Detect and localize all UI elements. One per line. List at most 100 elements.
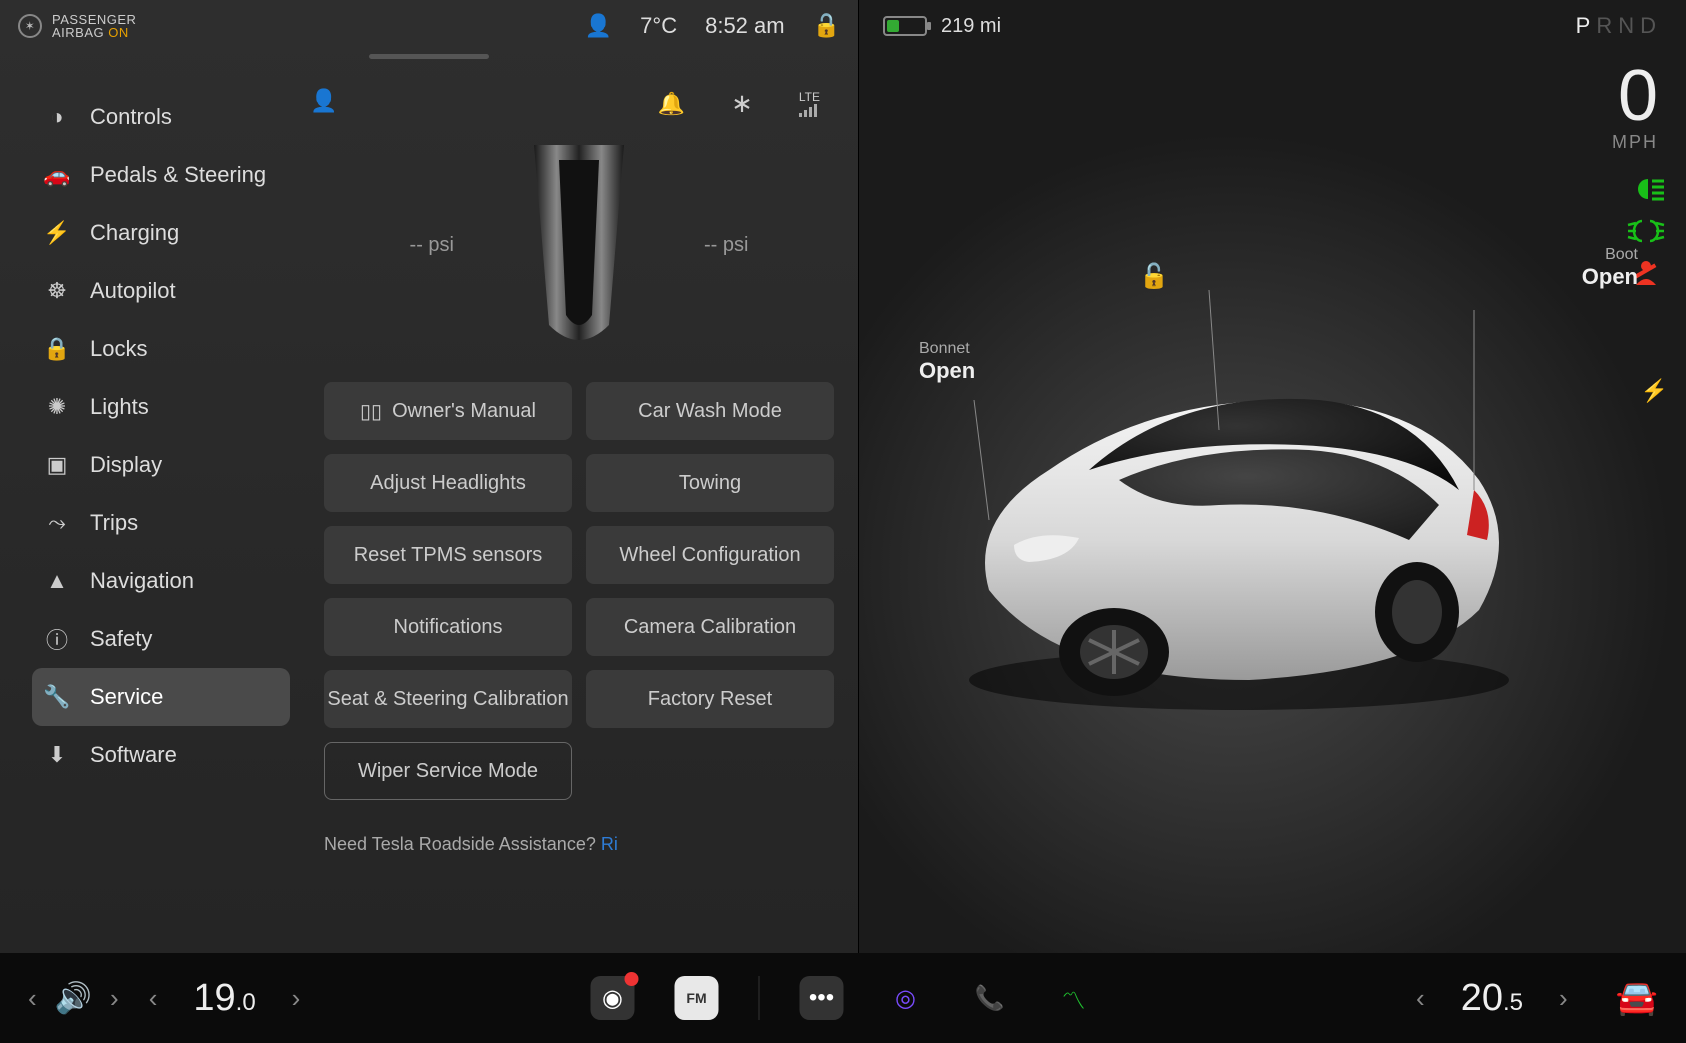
driver-temp[interactable]: 19.0 [193,977,255,1020]
button-label: Notifications [394,616,503,639]
cell-signal[interactable]: LTE [799,91,820,117]
phone-app-icon[interactable]: 📞 [968,976,1012,1020]
sidebar-item-label: Safety [90,626,152,652]
tire-left-unit: psi [428,234,454,256]
airbag-icon: ✶ [18,14,42,38]
lock-icon: 🔒 [44,336,70,362]
notifications-button[interactable]: Notifications [324,598,572,656]
tire-left-value: -- [410,234,423,256]
connection-label: LTE [799,91,820,103]
roadside-assistance-text: Need Tesla Roadside Assistance? Ri [324,834,834,855]
boot-open-button[interactable]: Boot Open [1582,246,1638,290]
tire-right-unit: psi [723,234,749,256]
car-wash-button[interactable]: Car Wash Mode [586,382,834,440]
settings-sidebar: ◑ Controls 🚗 Pedals & Steering ⚡ Chargin… [0,88,300,1043]
sidebar-item-software[interactable]: ⬇ Software [32,726,290,784]
gear-d: D [1640,13,1662,38]
gear-selector: PRND [1576,13,1662,39]
sidebar-item-charging[interactable]: ⚡ Charging [32,204,290,262]
sidebar-item-label: Pedals & Steering [90,162,266,188]
sidebar-item-controls[interactable]: ◑ Controls [32,88,290,146]
drawer-handle[interactable] [369,54,489,59]
wrench-icon: 🔧 [44,684,70,710]
sidebar-item-label: Service [90,684,163,710]
assist-prefix: Need Tesla Roadside Assistance? [324,834,601,854]
sidebar-item-label: Navigation [90,568,194,594]
drl-icon [1626,217,1666,245]
volume-icon[interactable]: 🔊 [55,981,92,1016]
sidebar-item-label: Charging [90,220,179,246]
lock-status-icon[interactable]: 🔓 [813,13,840,39]
toggle-icon: ◑ [44,104,70,130]
bolt-icon: ⚡ [44,220,70,246]
passenger-temp[interactable]: 20.5 [1461,977,1523,1020]
sidebar-item-display[interactable]: ▣ Display [32,436,290,494]
boot-label: Boot [1582,246,1638,264]
passenger-temp-down-button[interactable]: ‹ [1416,983,1425,1014]
range-value: 219 mi [941,15,1001,38]
dashcam-app-icon[interactable]: ◉ [591,976,635,1020]
tire-pressure-right: -- psi [704,234,748,257]
volume-down-button[interactable]: ‹ [28,983,37,1014]
adjust-headlights-button[interactable]: Adjust Headlights [324,454,572,512]
reset-tpms-button[interactable]: Reset TPMS sensors [324,526,572,584]
towing-button[interactable]: Towing [586,454,834,512]
status-bar-right: 219 mi PRND [859,0,1686,52]
book-icon: ▯▯ [360,399,382,424]
bluetooth-icon[interactable]: ∗ [731,88,753,119]
radio-app-icon[interactable]: FM [675,976,719,1020]
settings-panel: ✶ PASSENGER AIRBAG ON 👤 7°C 8:52 am 🔓 ◑ … [0,0,858,1043]
button-label: Wheel Configuration [619,544,800,567]
notifications-icon[interactable]: 🔔 [658,91,685,117]
passenger-airbag-indicator: ✶ PASSENGER AIRBAG ON [18,13,136,39]
vehicle-render [919,280,1559,720]
driver-temp-dec: .0 [236,989,256,1016]
speedometer: 0 MPH [1612,60,1658,153]
sidebar-item-trips[interactable]: ⤳ Trips [32,494,290,552]
route-icon: ⤳ [44,510,70,536]
sidebar-item-navigation[interactable]: ▲ Navigation [32,552,290,610]
passenger-temp-up-button[interactable]: › [1559,983,1568,1014]
camera-calibration-button[interactable]: Camera Calibration [586,598,834,656]
car-tire-graphic [504,145,654,345]
sidebar-item-lights[interactable]: ✺ Lights [32,378,290,436]
vehicle-controls-icon[interactable]: 🚘 [1616,978,1658,1018]
sidebar-item-locks[interactable]: 🔒 Locks [32,320,290,378]
wheel-config-button[interactable]: Wheel Configuration [586,526,834,584]
seat-steering-calibration-button[interactable]: Seat & Steering Calibration [324,670,572,728]
charge-port-icon[interactable]: ⚡ [1641,378,1668,404]
speed-unit: MPH [1612,132,1658,153]
owners-manual-button[interactable]: ▯▯ Owner's Manual [324,382,572,440]
sidebar-item-service[interactable]: 🔧 Service [32,668,290,726]
assist-link[interactable]: Ri [601,834,618,854]
passenger-temp-dec: .5 [1503,989,1523,1016]
outside-temperature: 7°C [640,13,677,39]
highbeam-icon [1626,175,1666,203]
fm-label: FM [686,990,706,1006]
info-icon: ⓘ [44,623,70,655]
wiper-service-mode-button[interactable]: Wiper Service Mode [324,742,572,800]
factory-reset-button[interactable]: Factory Reset [586,670,834,728]
sidebar-item-pedals[interactable]: 🚗 Pedals & Steering [32,146,290,204]
signal-bars-icon [799,103,820,117]
service-button-grid: ▯▯ Owner's Manual Car Wash Mode Adjust H… [324,382,834,800]
volume-up-button[interactable]: › [110,983,119,1014]
sidebar-item-autopilot[interactable]: ☸ Autopilot [32,262,290,320]
profile-icon[interactable]: 👤 [585,13,612,39]
airbag-state: ON [108,25,129,40]
status-bar-left: ✶ PASSENGER AIRBAG ON 👤 7°C 8:52 am 🔓 [0,0,858,52]
battery-icon[interactable] [883,16,927,36]
nav-icon: ▲ [44,568,70,594]
sentry-app-icon[interactable]: ◎ [884,976,928,1020]
wheel-icon: ☸ [44,278,70,304]
driver-temp-up-button[interactable]: › [292,983,301,1014]
sidebar-item-label: Controls [90,104,172,130]
driver-profile-icon[interactable]: 👤 [310,88,337,114]
energy-app-icon[interactable]: 〽 [1052,976,1096,1020]
sidebar-item-safety[interactable]: ⓘ Safety [32,610,290,668]
boot-action: Open [1582,264,1638,290]
driver-temp-down-button[interactable]: ‹ [149,983,158,1014]
button-label: Towing [679,472,741,495]
tire-pressure-area: -- psi [324,140,834,350]
all-apps-icon[interactable]: ••• [800,976,844,1020]
